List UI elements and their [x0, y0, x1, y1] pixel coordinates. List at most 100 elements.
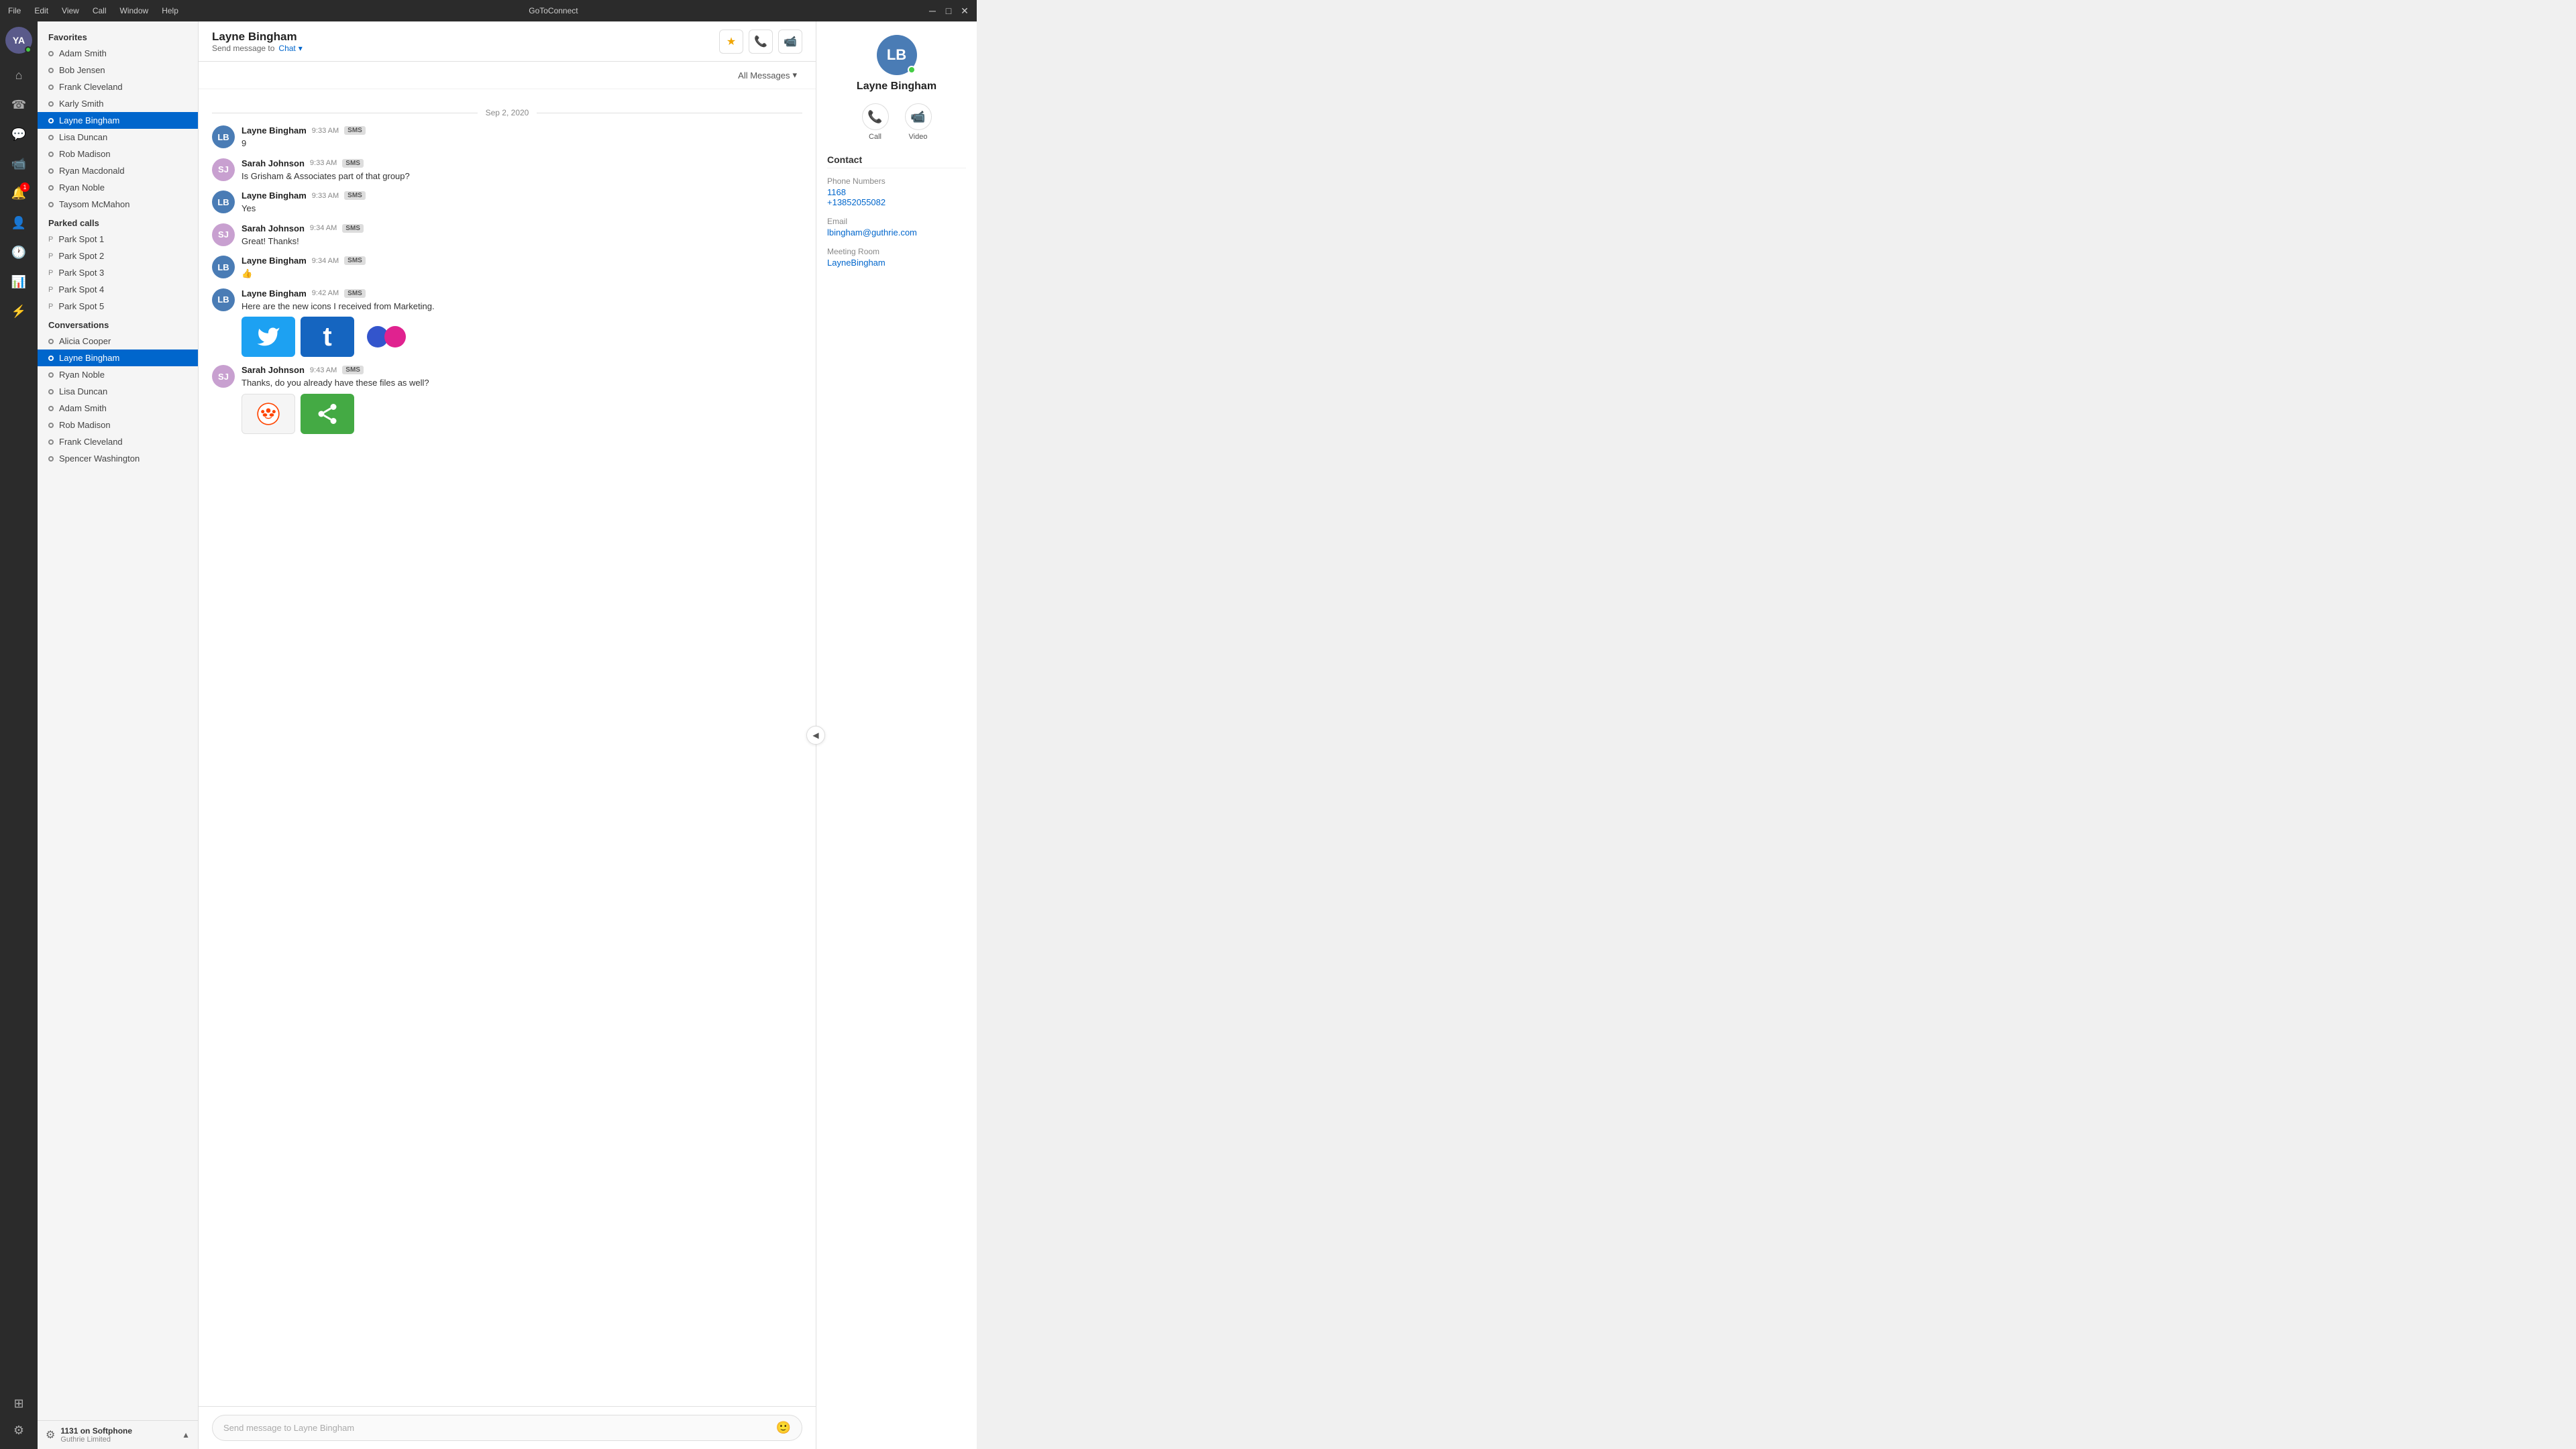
message-time: 9:33 AM	[310, 159, 337, 167]
message-row: SJ Sarah Johnson 9:34 AM SMS Great! Than…	[212, 223, 802, 248]
message-row: LB Layne Bingham 9:42 AM SMS Here are th…	[212, 288, 802, 358]
sidebar-item-spencer-washington[interactable]: Spencer Washington	[38, 450, 198, 467]
nav-voicemail-button[interactable]: 🔔 1	[5, 180, 32, 207]
contact-call-button[interactable]: 📞 Call	[862, 103, 889, 141]
sidebar-item-ryan-macdonald[interactable]: Ryan Macdonald	[38, 162, 198, 179]
sidebar-item-park-spot-2[interactable]: P Park Spot 2	[38, 248, 198, 264]
sidebar-item-label: Park Spot 3	[58, 268, 104, 278]
expand-footer-button[interactable]: ▲	[182, 1430, 190, 1440]
sidebar-item-frank-cleveland-conv[interactable]: Frank Cleveland	[38, 433, 198, 450]
messages-filter: All Messages ▾	[199, 62, 816, 89]
meeting-room-field: Meeting Room LayneBingham	[827, 247, 966, 268]
nav-analytics-button[interactable]: 📊	[5, 268, 32, 295]
nav-settings-button[interactable]: ⚙	[5, 1417, 32, 1444]
sidebar-item-taysom-mcmahon[interactable]: Taysom McMahon	[38, 196, 198, 213]
status-indicator	[48, 51, 54, 56]
menu-view[interactable]: View	[59, 6, 82, 15]
settings-button[interactable]: ⚙	[46, 1428, 55, 1442]
sidebar-item-lisa-duncan[interactable]: Lisa Duncan	[38, 129, 198, 146]
nav-history-button[interactable]: 🕐	[5, 239, 32, 266]
email-value[interactable]: lbingham@guthrie.com	[827, 227, 966, 237]
sidebar-item-label: Adam Smith	[59, 48, 107, 58]
minimize-button[interactable]: ─	[926, 4, 939, 17]
sidebar-item-park-spot-4[interactable]: P Park Spot 4	[38, 281, 198, 298]
sidebar-item-rob-madison[interactable]: Rob Madison	[38, 146, 198, 162]
sidebar-item-label: Bob Jensen	[59, 65, 105, 75]
message-row: SJ Sarah Johnson 9:43 AM SMS Thanks, do …	[212, 365, 802, 434]
sidebar-item-karly-smith[interactable]: Karly Smith	[38, 95, 198, 112]
sidebar-item-ryan-noble-conv[interactable]: Ryan Noble	[38, 366, 198, 383]
message-header: Sarah Johnson 9:34 AM SMS	[241, 223, 802, 233]
menu-help[interactable]: Help	[159, 6, 181, 15]
message-text: Yes	[241, 202, 802, 215]
call-label: Call	[869, 133, 881, 141]
menu-window[interactable]: Window	[117, 6, 152, 15]
avatar: LB	[212, 288, 235, 311]
sidebar-item-ryan-noble[interactable]: Ryan Noble	[38, 179, 198, 196]
message-input-area: 🙂	[199, 1406, 816, 1449]
call-button[interactable]: 📞	[749, 30, 773, 54]
video-button[interactable]: 📹	[778, 30, 802, 54]
nav-contacts-button[interactable]: 👤	[5, 209, 32, 236]
phone-number-1[interactable]: 1168	[827, 187, 966, 197]
message-header: Layne Bingham 9:33 AM SMS	[241, 125, 802, 136]
sidebar-item-adam-smith-conv[interactable]: Adam Smith	[38, 400, 198, 417]
avatar: SJ	[212, 223, 235, 246]
nav-apps-button[interactable]: ⊞	[5, 1390, 32, 1417]
phone-number-2[interactable]: +13852055082	[827, 197, 966, 207]
sidebar-item-adam-smith[interactable]: Adam Smith	[38, 45, 198, 62]
message-sender: Layne Bingham	[241, 288, 307, 299]
maximize-button[interactable]: □	[942, 4, 955, 17]
user-avatar[interactable]: YA	[5, 27, 32, 54]
message-time: 9:42 AM	[312, 289, 339, 297]
sidebar-item-rob-madison-conv[interactable]: Rob Madison	[38, 417, 198, 433]
sidebar-item-label: Rob Madison	[59, 149, 111, 159]
sidebar-item-park-spot-3[interactable]: P Park Spot 3	[38, 264, 198, 281]
status-indicator	[48, 202, 54, 207]
sidebar-item-frank-cleveland[interactable]: Frank Cleveland	[38, 78, 198, 95]
sidebar-item-lisa-duncan-conv[interactable]: Lisa Duncan	[38, 383, 198, 400]
title-bar: File Edit View Call Window Help GoToConn…	[0, 0, 977, 21]
park-icon: P	[48, 286, 53, 294]
message-badge: SMS	[344, 256, 366, 265]
menu-bar[interactable]: File Edit View Call Window Help	[5, 6, 181, 15]
nav-phone-button[interactable]: ☎	[5, 91, 32, 118]
message-badge: SMS	[342, 224, 364, 233]
channel-dropdown[interactable]: Chat ▾	[278, 44, 302, 53]
sidebar-item-alicia-cooper[interactable]: Alicia Cooper	[38, 333, 198, 350]
menu-file[interactable]: File	[5, 6, 23, 15]
sidebar-item-park-spot-5[interactable]: P Park Spot 5	[38, 298, 198, 315]
menu-edit[interactable]: Edit	[32, 6, 51, 15]
message-content: Layne Bingham 9:42 AM SMS Here are the n…	[241, 288, 802, 358]
sidebar-item-layne-bingham-fav[interactable]: Layne Bingham	[38, 112, 198, 129]
menu-call[interactable]: Call	[90, 6, 109, 15]
chat-channel-selector[interactable]: Send message to Chat ▾	[212, 44, 303, 53]
sidebar-item-bob-jensen[interactable]: Bob Jensen	[38, 62, 198, 78]
sidebar-item-label: Lisa Duncan	[59, 386, 107, 396]
close-button[interactable]: ✕	[958, 4, 971, 17]
message-header: Layne Bingham 9:34 AM SMS	[241, 256, 802, 266]
sidebar-item-layne-bingham-conv[interactable]: Layne Bingham	[38, 350, 198, 366]
message-sender: Sarah Johnson	[241, 223, 305, 233]
star-button[interactable]: ★	[719, 30, 743, 54]
message-input[interactable]	[223, 1423, 776, 1433]
window-controls[interactable]: ─ □ ✕	[926, 4, 971, 17]
message-header: Sarah Johnson 9:33 AM SMS	[241, 158, 802, 168]
meeting-room-value[interactable]: LayneBingham	[827, 258, 966, 268]
sidebar-item-label: Adam Smith	[59, 403, 107, 413]
all-messages-filter[interactable]: All Messages ▾	[733, 67, 802, 83]
message-header: Sarah Johnson 9:43 AM SMS	[241, 365, 802, 375]
contact-panel: LB Layne Bingham 📞 Call 📹 Video Contact …	[816, 21, 977, 1449]
contact-video-button[interactable]: 📹 Video	[905, 103, 932, 141]
nav-video-button[interactable]: 📹	[5, 150, 32, 177]
message-sender: Layne Bingham	[241, 191, 307, 201]
nav-chat-button[interactable]: 💬	[5, 121, 32, 148]
collapse-panel-button[interactable]: ◀	[806, 726, 825, 745]
message-images	[241, 394, 802, 434]
nav-integrations-button[interactable]: ⚡	[5, 298, 32, 325]
sidebar-item-park-spot-1[interactable]: P Park Spot 1	[38, 231, 198, 248]
park-icon: P	[48, 252, 53, 260]
message-text: Thanks, do you already have these files …	[241, 376, 802, 390]
nav-home-button[interactable]: ⌂	[5, 62, 32, 89]
emoji-button[interactable]: 🙂	[776, 1421, 791, 1435]
